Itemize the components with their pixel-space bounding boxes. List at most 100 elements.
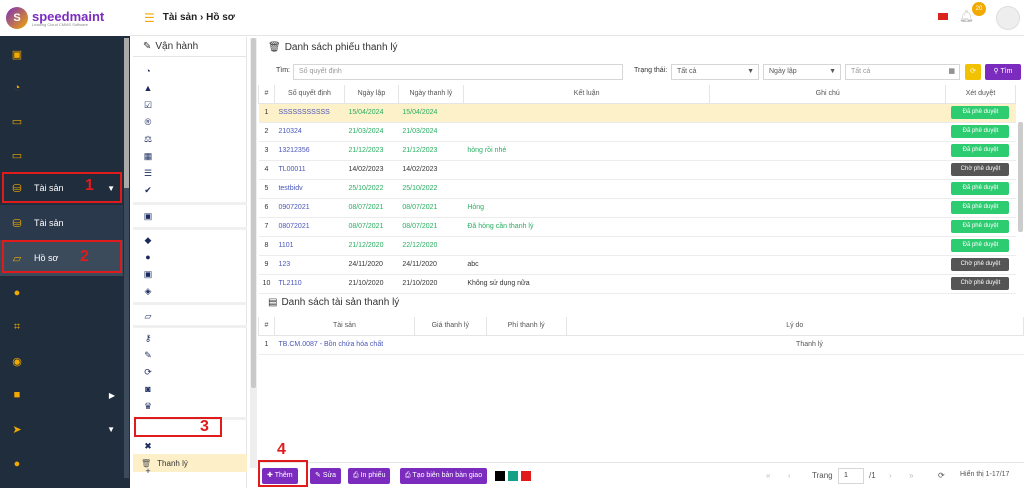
page-input[interactable]: 1 (838, 468, 864, 484)
status-badge[interactable]: Đã phê duyệt (951, 182, 1010, 195)
users-icon[interactable]: ● (141, 250, 155, 264)
trophy-icon[interactable]: ♛ (141, 399, 155, 413)
next-page-icon[interactable]: › (889, 471, 892, 480)
asset-col-reason[interactable]: Lý do (565, 317, 1024, 336)
search-button[interactable]: ⚲ Tìm (985, 64, 1021, 80)
row-decision-no[interactable]: SSSSSSSSSSS (274, 103, 345, 123)
sidebar-item-dashboard[interactable]: ▣ (0, 36, 123, 72)
pencil-icon[interactable]: ✎ (141, 348, 155, 362)
table-row[interactable]: 4 TL00011 14/02/2023 14/02/2023 Chờ phê duyệ… (258, 160, 1016, 180)
tags-icon[interactable]: ◆ (141, 233, 155, 247)
sidebar-item-briefcase[interactable]: ■ ▶ (0, 377, 123, 413)
table-row[interactable]: 10 TL2110 21/10/2020 21/10/2020 Không sử dụn… (258, 274, 1016, 294)
folder-icon[interactable]: ▱ (141, 309, 155, 323)
avatar[interactable] (996, 6, 1020, 30)
row-decision-no[interactable]: 123 (274, 255, 345, 275)
menu-icon[interactable]: ☰ (144, 11, 155, 25)
status-badge[interactable]: Đã phê duyệt (951, 106, 1010, 119)
camera-icon[interactable]: ◙ (141, 382, 155, 396)
row-decision-no[interactable]: TL00011 (274, 160, 345, 180)
table-row[interactable]: 6 09072021 08/07/2021 08/07/2021 Hỏng Đã phê … (258, 198, 1016, 218)
table-row[interactable]: 1 SSSSSSSSSSS 15/04/2024 15/04/2024 Đã phê d… (258, 103, 1016, 123)
asset-row[interactable]: 1 TB.CM.0087 - Bồn chứa hóa chất Thanh l… (258, 335, 1024, 355)
list-icon[interactable]: ☰ (141, 166, 155, 180)
sidebar-scrollbar[interactable] (124, 38, 129, 478)
sidebar-item-screen[interactable]: ▭ (0, 137, 123, 173)
asset-col-price[interactable]: Giá thanh lý (413, 317, 487, 336)
module-panel-scrollbar[interactable] (250, 38, 257, 468)
table-row[interactable]: 3 13212356 21/12/2023 21/12/2023 hỏng rồi nh… (258, 141, 1016, 161)
sidebar-item-send[interactable]: ➤ ▼ (0, 411, 123, 447)
status-badge[interactable]: Đã phê duyệt (951, 201, 1010, 214)
col-created-date[interactable]: Ngày lập (343, 85, 399, 104)
handover-button[interactable]: ⎙ Tạo biên bản bàn giao (400, 468, 488, 484)
col-decision-no[interactable]: Số quyết định (273, 85, 345, 104)
status-badge[interactable]: Đã phê duyệt (951, 220, 1010, 233)
first-page-icon[interactable]: « (766, 471, 770, 480)
money-icon[interactable]: ▣ (141, 209, 155, 223)
sidebar-item-globe[interactable]: ◉ (0, 343, 123, 379)
reload-icon[interactable]: ⟳ (938, 471, 945, 480)
status-badge[interactable]: Đã phê duyệt (951, 125, 1010, 138)
sidebar-item-monitor[interactable]: ▭ (0, 103, 123, 139)
table-scrollbar[interactable] (1018, 122, 1023, 232)
table-row[interactable]: 8 1101 21/12/2020 22/12/2020 Đã phê duyệt (258, 236, 1016, 256)
asset-col-index[interactable]: # (258, 317, 275, 336)
warning-icon[interactable]: ▲ (141, 81, 155, 95)
sidebar-item-frame[interactable]: ⌗ (0, 309, 123, 345)
teal-swatch[interactable] (508, 471, 518, 481)
refresh-icon[interactable]: ⟳ (141, 365, 155, 379)
logo[interactable]: S speedmaint Leading Cloud CMMS Software (0, 0, 130, 36)
status-badge[interactable]: Chờ phê duyệt (951, 163, 1010, 176)
last-page-icon[interactable]: » (909, 471, 913, 480)
scale-icon[interactable]: ⚖ (141, 132, 155, 146)
row-decision-no[interactable]: 13212356 (274, 141, 345, 161)
black-swatch[interactable] (495, 471, 505, 481)
checkbox-icon[interactable]: ☑ (141, 98, 155, 112)
table-row[interactable]: 2 210324 21/03/2024 21/03/2024 Đã phê duyệt (258, 122, 1016, 142)
row-decision-no[interactable]: testbidv (274, 179, 345, 199)
row-decision-no[interactable]: 09072021 (274, 198, 345, 218)
sidebar-subitem-assets[interactable]: ⛁ Tài sản (0, 205, 123, 241)
asset-row-name[interactable]: TB.CM.0087 - Bồn chứa hóa chất (274, 335, 415, 355)
col-liquidation-date[interactable]: Ngày thanh lý (397, 85, 464, 104)
print-button[interactable]: ⎙ In phiếu (348, 468, 391, 484)
registered-icon[interactable]: ® (141, 115, 155, 129)
prev-page-icon[interactable]: ‹ (788, 471, 791, 480)
search-input[interactable]: Số quyết định (293, 64, 623, 80)
col-note[interactable]: Ghi chú (709, 85, 946, 104)
asset-col-fee[interactable]: Phí thanh lý (485, 317, 567, 336)
table-row[interactable]: 9 123 24/11/2020 24/11/2020 abc Chờ phê duyệt (258, 255, 1016, 275)
refresh-button[interactable]: ⟳ (965, 64, 981, 80)
col-index[interactable]: # (258, 85, 275, 104)
table-row[interactable]: 7 08072021 08/07/2021 08/07/2021 Đã hỏng cần… (258, 217, 1016, 237)
status-badge[interactable]: Chờ phê duyệt (951, 258, 1010, 271)
row-decision-no[interactable]: TL2110 (274, 274, 345, 294)
tools-icon[interactable]: ✖ (141, 439, 155, 453)
row-decision-no[interactable]: 1101 (274, 236, 345, 256)
check-icon[interactable]: ✔ (141, 183, 155, 197)
cube-icon[interactable]: ◈ (141, 284, 155, 298)
table-row[interactable]: 5 testbidv 25/10/2022 25/10/2022 Đã phê duyệ… (258, 179, 1016, 199)
col-conclusion[interactable]: Kết luận (462, 85, 711, 104)
vietnam-flag-icon[interactable] (938, 13, 948, 20)
row-decision-no[interactable]: 08072021 (274, 217, 345, 237)
status-select[interactable]: Tất cả ▼ (671, 64, 759, 80)
row-decision-no[interactable]: 210324 (274, 122, 345, 142)
bill-icon[interactable]: ▣ (141, 267, 155, 281)
asset-col-asset[interactable]: Tài sản (273, 317, 415, 336)
sidebar-item-gauge[interactable]: ◔ (0, 70, 123, 106)
date-range-input[interactable]: Tất cả ▦ (845, 64, 960, 80)
edit-button[interactable]: ✎ Sửa (310, 468, 342, 484)
sidebar-item-location[interactable]: ● (0, 275, 123, 311)
key-icon[interactable]: ⚷ (141, 331, 155, 345)
plus-icon[interactable]: + (141, 464, 155, 478)
date-type-select[interactable]: Ngày lập ▼ (763, 64, 841, 80)
calendar-icon[interactable]: ▦ (141, 149, 155, 163)
sidebar-item-user[interactable]: ● (0, 446, 123, 482)
status-badge[interactable]: Đã phê duyệt (951, 144, 1010, 157)
dashboard-icon[interactable]: ◔ (141, 64, 155, 78)
status-badge[interactable]: Đã phê duyệt (951, 239, 1010, 252)
col-approval[interactable]: Xét duyệt (944, 85, 1017, 104)
red-swatch[interactable] (521, 471, 531, 481)
